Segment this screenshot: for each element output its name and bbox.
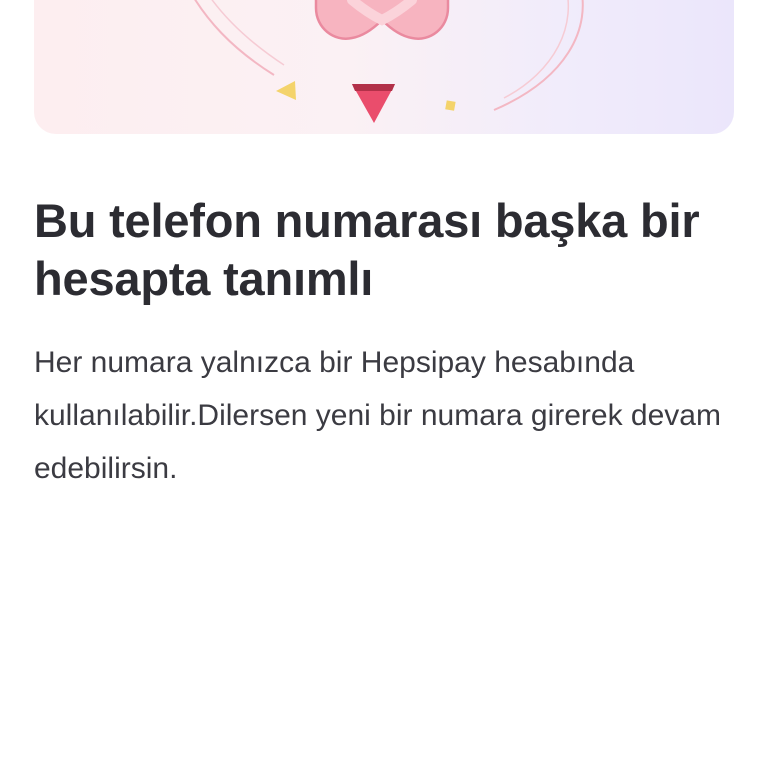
heart-illustration-icon <box>194 0 584 123</box>
swirl-line-right-inner-icon <box>503 0 569 99</box>
swirl-line-left-inner-icon <box>211 0 285 66</box>
swirl-line-right-icon <box>493 0 584 111</box>
illustration-card <box>34 0 734 134</box>
page-title: Bu telefon numarası başka bir hesapta ta… <box>34 194 700 305</box>
triangle-shade-icon <box>352 84 395 91</box>
confetti-left-icon <box>276 81 296 100</box>
phone-in-use-screen: Bu telefon numarası başka bir hesapta ta… <box>0 0 768 768</box>
confetti-right-icon <box>445 100 456 111</box>
swirl-line-left-icon <box>194 0 275 76</box>
page-description: Her numara yalnızca bir Hepsipay hesabın… <box>34 346 721 485</box>
